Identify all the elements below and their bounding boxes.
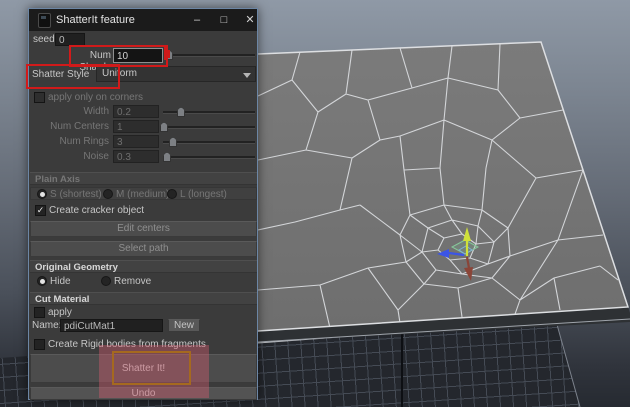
noise-slider-handle[interactable] (163, 152, 171, 162)
minimize-button[interactable]: – (185, 9, 209, 31)
num-centers-slider-field[interactable]: 1 (113, 120, 159, 133)
window-title: ShatterIt feature (56, 14, 135, 26)
select-path-button[interactable]: Select path (30, 241, 257, 257)
shatterit-app-icon (38, 13, 51, 28)
axis-shortest-label: S (shortest) (50, 189, 102, 200)
edit-centers-button[interactable]: Edit centers (30, 221, 257, 237)
axis-longest-radio[interactable] (167, 189, 177, 199)
apply-corners-label: apply only on corners (48, 92, 144, 103)
width-slider-field[interactable]: 0.2 (113, 105, 159, 118)
num-rings-slider-handle[interactable] (169, 137, 177, 147)
maximize-button[interactable]: □ (212, 9, 236, 31)
shatter-style-value: Uniform (102, 68, 138, 79)
shatter-it-button[interactable]: Shatter It! (30, 354, 257, 383)
material-name-label: Name: (32, 320, 62, 331)
original-geometry-header[interactable]: Original Geometry (30, 260, 257, 273)
shattered-plane (258, 42, 628, 331)
shatter-style-dropdown[interactable]: Uniform (96, 66, 256, 82)
plain-axis-header[interactable]: Plain Axis (30, 172, 257, 185)
width-slider-handle[interactable] (177, 107, 185, 117)
seed-field[interactable]: 0 (55, 33, 85, 46)
num-rings-slider-field[interactable]: 3 (113, 135, 159, 148)
shatterit-dialog: ShatterIt feature – □ ✕ seed 0 Num Shard… (28, 8, 258, 400)
axis-longest-label: L (longest) (180, 189, 227, 200)
width-slider-track[interactable] (163, 111, 255, 114)
noise-slider-track[interactable] (163, 156, 255, 159)
apply-corners-checkbox[interactable] (34, 92, 45, 103)
axis-medium-radio[interactable] (103, 189, 113, 199)
num-shards-slider-track[interactable] (173, 54, 255, 57)
num-centers-slider-label: Num Centers (50, 121, 109, 132)
close-button[interactable]: ✕ (238, 9, 262, 31)
title-bar[interactable]: ShatterIt feature – □ ✕ (29, 9, 257, 31)
hide-radio[interactable] (37, 276, 47, 286)
apply-material-checkbox[interactable] (34, 307, 45, 318)
num-centers-slider-handle[interactable] (160, 122, 168, 132)
noise-slider-field[interactable]: 0.3 (113, 150, 159, 163)
create-rigid-checkbox[interactable] (34, 339, 45, 350)
axis-medium-label: M (medium) (116, 189, 170, 200)
create-cracker-checkbox[interactable] (35, 205, 46, 216)
width-slider-label: Width (83, 106, 109, 117)
shatter-style-label: Shatter Style (32, 69, 90, 80)
create-rigid-label: Create Rigid bodies from fragments (48, 339, 206, 350)
hide-label: Hide (50, 276, 71, 287)
chevron-down-icon (243, 73, 251, 78)
maya-3d-viewport[interactable]: ShatterIt feature – □ ✕ seed 0 Num Shard… (0, 0, 630, 407)
num-centers-slider-track[interactable] (163, 126, 255, 129)
new-material-button[interactable]: New (168, 319, 200, 332)
create-cracker-label: Create cracker object (49, 205, 145, 216)
seed-label: seed (33, 34, 55, 45)
grid-right-edge (555, 320, 581, 407)
cut-material-header[interactable]: Cut Material (30, 292, 257, 305)
noise-slider-label: Noise (83, 151, 109, 162)
remove-label: Remove (114, 276, 152, 287)
num-rings-slider-label: Num Rings (59, 136, 109, 147)
num-shards-slider-handle[interactable] (165, 50, 173, 60)
material-name-field[interactable]: pdiCutMat1 (60, 319, 163, 332)
undo-button[interactable]: Undo (30, 387, 257, 400)
apply-material-label: apply (48, 307, 72, 318)
num-shards-field[interactable]: 10 (113, 48, 163, 63)
axis-shortest-radio[interactable] (37, 189, 47, 199)
remove-radio[interactable] (101, 276, 111, 286)
